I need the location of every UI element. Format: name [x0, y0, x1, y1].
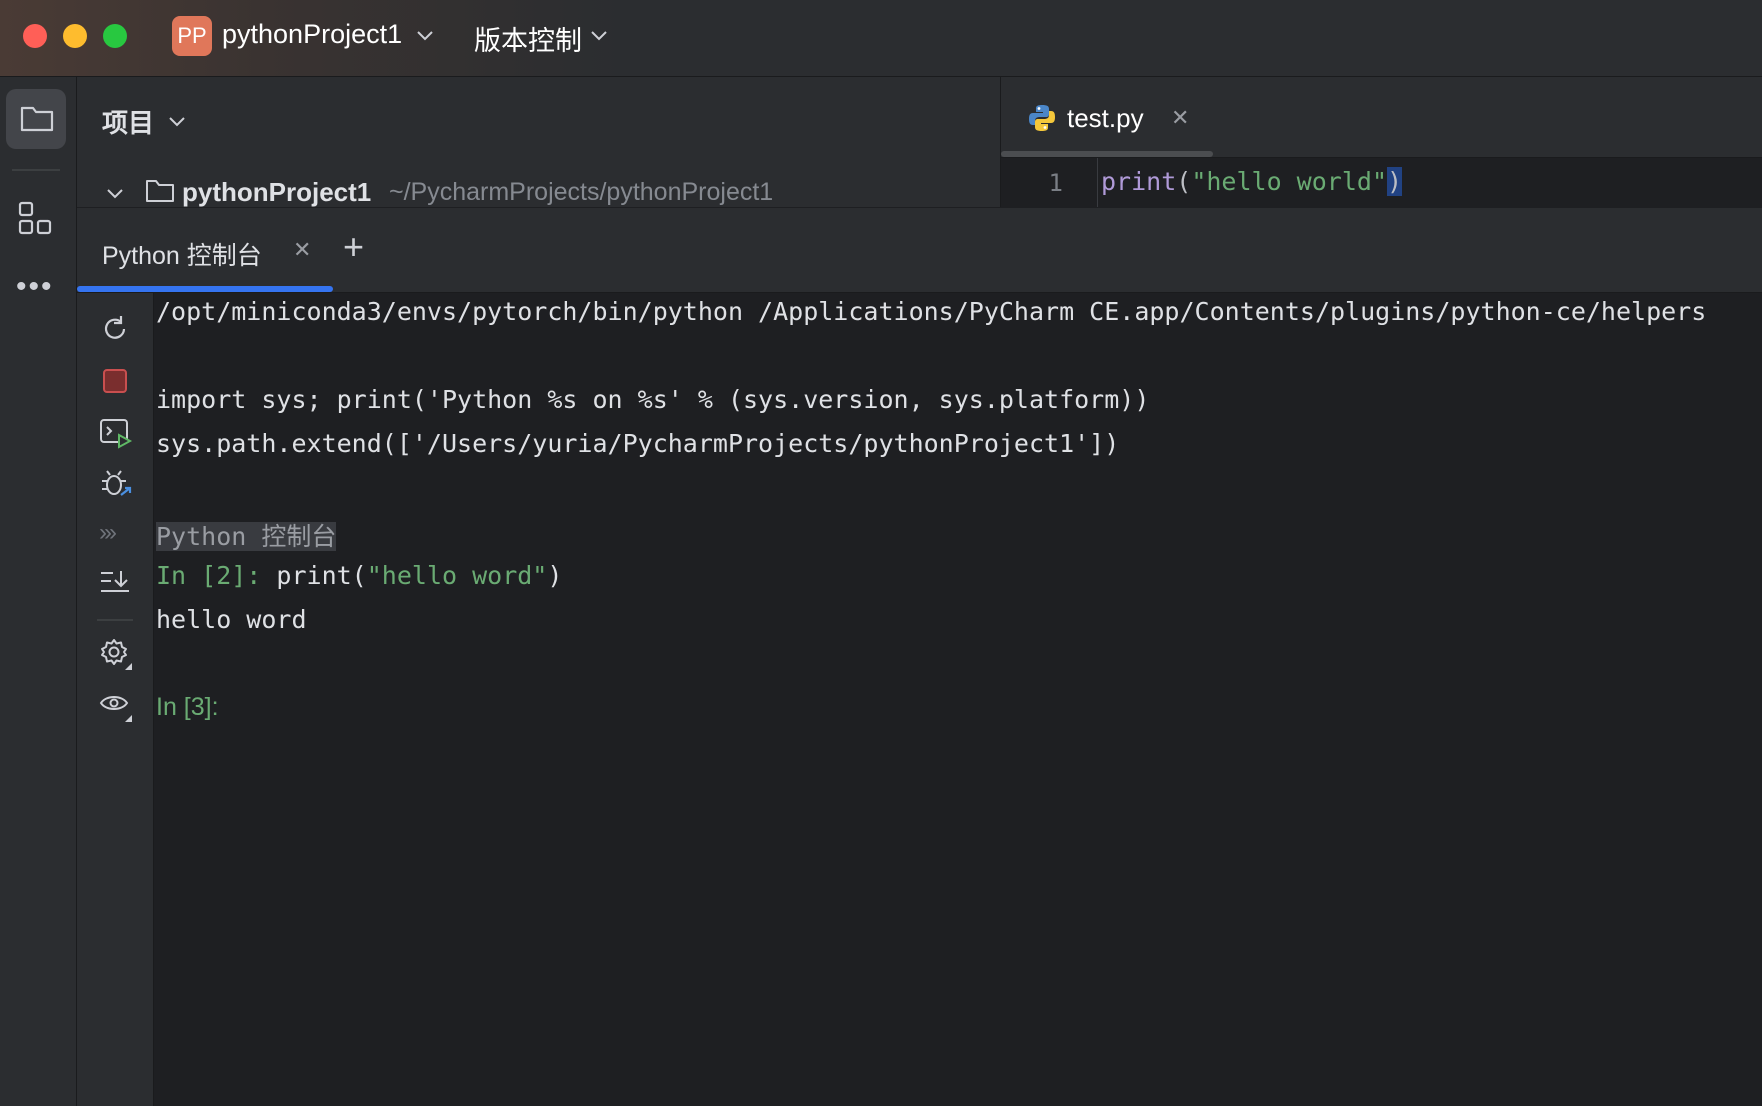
console-toolbar: ››› — [77, 293, 154, 1106]
chevron-down-icon[interactable] — [588, 24, 610, 46]
more-tools-icon[interactable]: ••• — [16, 272, 54, 302]
console-output[interactable]: /opt/miniconda3/envs/pytorch/bin/python … — [156, 293, 1762, 1106]
debug-icon[interactable] — [99, 467, 133, 501]
add-tab-icon[interactable]: + — [343, 226, 364, 268]
code-string: "hello world" — [1191, 167, 1387, 196]
stop-icon[interactable] — [99, 365, 131, 397]
console-name-label: Python 控制台 — [156, 522, 337, 551]
project-badge[interactable]: PP — [172, 16, 212, 56]
close-icon[interactable]: ✕ — [293, 237, 311, 263]
code-paren-open: ( — [1176, 167, 1192, 196]
scroll-to-end-icon[interactable] — [99, 567, 133, 597]
toolbar-divider — [97, 619, 133, 621]
tab-label: test.py — [1067, 103, 1144, 133]
close-window-button[interactable] — [23, 24, 47, 48]
maximize-window-button[interactable] — [103, 24, 127, 48]
title-bar: PP pythonProject1 版本控制 — [0, 0, 1762, 77]
console-output-line: hello word — [156, 605, 307, 634]
structure-icon[interactable] — [18, 201, 54, 237]
project-root-path: ~/PycharmProjects/pythonProject1 — [389, 178, 774, 206]
rerun-icon[interactable] — [99, 313, 131, 345]
chevron-down-icon[interactable] — [167, 111, 187, 131]
code-line[interactable]: print("hello world") — [1101, 167, 1403, 196]
editor-area: test.py ✕ 1 print("hello world") — [1001, 77, 1762, 207]
project-switcher[interactable]: pythonProject1 — [222, 19, 402, 50]
console-import-line: import sys; print('Python %s on %s' % (s… — [156, 385, 1150, 414]
console-path-line: sys.path.extend(['/Users/yuria/PycharmPr… — [156, 429, 1120, 458]
minimize-window-button[interactable] — [63, 24, 87, 48]
input-code-close: ) — [547, 561, 563, 590]
folder-icon — [20, 106, 54, 132]
chevron-down-icon[interactable] — [105, 184, 125, 204]
eye-icon[interactable] — [99, 691, 133, 723]
project-tool-button[interactable] — [6, 89, 66, 149]
tool-window-strip: ••• — [0, 77, 77, 1106]
code-function: print — [1101, 167, 1177, 196]
folder-icon — [146, 180, 174, 202]
close-icon[interactable]: ✕ — [1171, 105, 1189, 131]
input-code-fn: print( — [276, 561, 367, 590]
editor-tab-bar: test.py ✕ — [1001, 77, 1762, 158]
tab-active-indicator — [77, 286, 333, 292]
current-input-prompt[interactable]: In [3]: — [156, 693, 219, 722]
toolstrip-divider — [12, 169, 60, 171]
project-panel: 项目 pythonProject1 ~/PycharmProjects/pyth… — [77, 77, 1001, 207]
console-prompt-icon[interactable]: ››› — [99, 519, 117, 547]
input-code-string: "hello word" — [366, 561, 548, 590]
project-root-node[interactable]: pythonProject1 — [182, 177, 371, 208]
tab-active-indicator — [1001, 151, 1213, 157]
console-input-line: In [2]: print("hello word") — [156, 561, 562, 590]
console-tab-bar: Python 控制台 ✕ + — [77, 208, 1762, 293]
console-command-line: /opt/miniconda3/envs/pytorch/bin/python … — [156, 297, 1707, 326]
console-name-line: Python 控制台 — [156, 517, 337, 553]
tab-test-py[interactable]: test.py ✕ — [1001, 77, 1213, 157]
gear-icon[interactable] — [99, 637, 133, 671]
input-prompt: In [2]: — [156, 561, 277, 590]
line-number: 1 — [1048, 169, 1063, 197]
gutter-divider — [1097, 158, 1098, 207]
execute-console-icon[interactable] — [99, 417, 133, 449]
code-paren-close: ) — [1387, 167, 1403, 196]
tab-python-console[interactable]: Python 控制台 — [102, 236, 262, 272]
python-file-icon — [1029, 105, 1055, 131]
vcs-menu[interactable]: 版本控制 — [474, 19, 582, 58]
chevron-down-icon[interactable] — [414, 24, 436, 46]
project-panel-title[interactable]: 项目 — [102, 103, 154, 140]
